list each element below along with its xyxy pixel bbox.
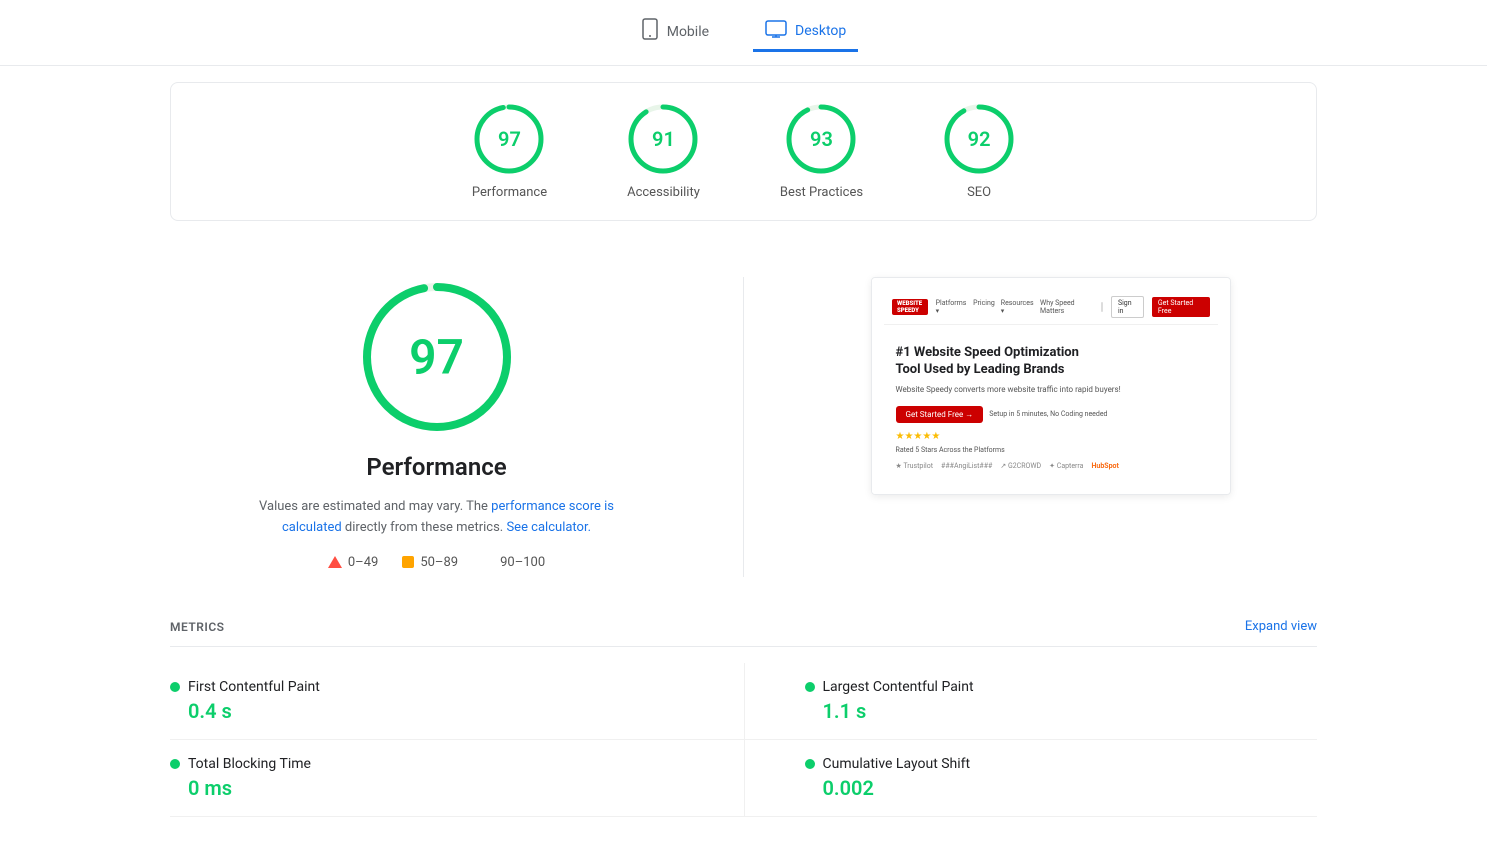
big-score-title: Performance: [366, 453, 506, 481]
screenshot-setup-text: Setup in 5 minutes, No Coding needed: [989, 410, 1107, 418]
score-label-best-practices: Best Practices: [780, 185, 863, 200]
score-number-accessibility: 91: [652, 127, 675, 151]
device-toggle-bar: Mobile Desktop: [0, 0, 1487, 66]
screenshot-search: [1101, 302, 1103, 312]
legend-item-red: 0–49: [328, 555, 378, 570]
screenshot-get-started: Get Started Free: [1152, 297, 1210, 317]
score-number-seo: 92: [968, 127, 991, 151]
mobile-tab-label: Mobile: [667, 24, 709, 40]
score-label-performance: Performance: [472, 185, 547, 200]
score-circle-best-practices: 93: [785, 103, 857, 175]
screenshot-logos: ★ Trustpilot ###AngiList### ↗ G2CROWD ✦ …: [896, 462, 1206, 470]
score-desc-text2: directly from these metrics.: [345, 520, 507, 535]
metric-cls-label-row: Cumulative Layout Shift: [805, 756, 1318, 772]
metric-value-lcp: 1.1 s: [805, 699, 1318, 723]
circle-icon: [482, 556, 494, 568]
score-circle-performance: 97: [473, 103, 545, 175]
screenshot-logo: WEBSITESPEEDY: [892, 299, 928, 315]
score-cards-container: 97 Performance 91 Accessibility: [170, 82, 1317, 221]
screenshot-button-row: Get Started Free → Setup in 5 minutes, N…: [896, 406, 1206, 423]
big-score-number: 97: [409, 329, 464, 386]
main-content: 97 Performance Values are estimated and …: [0, 237, 1487, 607]
left-panel: 97 Performance Values are estimated and …: [170, 277, 703, 570]
screenshot-headline: #1 Website Speed OptimizationTool Used b…: [896, 345, 1206, 379]
metrics-title: METRICS: [170, 620, 225, 634]
metric-fcp-label-row: First Contentful Paint: [170, 679, 684, 695]
score-circle-seo: 92: [943, 103, 1015, 175]
metric-label-tbt: Total Blocking Time: [188, 756, 311, 772]
screenshot-hero: #1 Website Speed OptimizationTool Used b…: [884, 325, 1218, 482]
screenshot-cta-btn: Get Started Free →: [896, 406, 984, 423]
square-icon: [402, 556, 414, 568]
screenshot-nav: WEBSITESPEEDY Platforms ▾ Pricing Resour…: [884, 290, 1218, 325]
score-label-seo: SEO: [967, 185, 991, 200]
legend-label-orange: 50–89: [420, 555, 458, 570]
metrics-section: METRICS Expand view First Contentful Pai…: [0, 607, 1487, 847]
big-score-circle: 97: [357, 277, 517, 437]
score-card-best-practices: 93 Best Practices: [780, 103, 863, 200]
metrics-header: METRICS Expand view: [170, 607, 1317, 647]
legend-row: 0–49 50–89 90–100: [328, 555, 545, 570]
screenshot-signin: Sign in: [1111, 296, 1144, 318]
metric-value-tbt: 0 ms: [170, 776, 684, 800]
desktop-icon: [765, 20, 787, 43]
score-card-accessibility: 91 Accessibility: [627, 103, 700, 200]
score-label-accessibility: Accessibility: [627, 185, 700, 200]
metric-label-cls: Cumulative Layout Shift: [823, 756, 971, 772]
screenshot-stars-label: Rated 5 Stars Across the Platforms: [896, 446, 1206, 454]
legend-label-red: 0–49: [348, 555, 378, 570]
legend-item-green: 90–100: [482, 555, 545, 570]
desktop-tab-label: Desktop: [795, 23, 846, 39]
metric-item-lcp: Largest Contentful Paint 1.1 s: [744, 663, 1318, 740]
metrics-grid: First Contentful Paint 0.4 s Largest Con…: [170, 663, 1317, 817]
screenshot-sub: Website Speedy converts more website tra…: [896, 385, 1206, 394]
score-row: 97 Performance 91 Accessibility: [171, 103, 1316, 200]
see-calculator-link[interactable]: See calculator.: [506, 520, 591, 535]
legend-item-orange: 50–89: [402, 555, 458, 570]
tab-desktop[interactable]: Desktop: [753, 14, 858, 52]
score-desc-text: Values are estimated and may vary. The: [259, 499, 491, 514]
website-screenshot: WEBSITESPEEDY Platforms ▾ Pricing Resour…: [871, 277, 1231, 495]
metric-item-cls: Cumulative Layout Shift 0.002: [744, 740, 1318, 817]
metric-label-fcp: First Contentful Paint: [188, 679, 320, 695]
metric-value-cls: 0.002: [805, 776, 1318, 800]
score-number-performance: 97: [498, 127, 521, 151]
metric-value-fcp: 0.4 s: [170, 699, 684, 723]
metric-item-fcp: First Contentful Paint 0.4 s: [170, 663, 744, 740]
right-panel: WEBSITESPEEDY Platforms ▾ Pricing Resour…: [784, 277, 1317, 495]
expand-view-button[interactable]: Expand view: [1245, 619, 1317, 634]
score-circle-accessibility: 91: [627, 103, 699, 175]
metric-dot-fcp: [170, 682, 180, 692]
triangle-icon: [328, 556, 342, 568]
panel-divider: [743, 277, 744, 577]
score-description: Values are estimated and may vary. The p…: [237, 497, 637, 539]
metric-tbt-label-row: Total Blocking Time: [170, 756, 684, 772]
score-number-best-practices: 93: [810, 127, 833, 151]
mobile-icon: [641, 18, 659, 45]
metric-lcp-label-row: Largest Contentful Paint: [805, 679, 1318, 695]
metric-item-tbt: Total Blocking Time 0 ms: [170, 740, 744, 817]
score-card-seo: 92 SEO: [943, 103, 1015, 200]
metric-dot-tbt: [170, 759, 180, 769]
score-card-performance: 97 Performance: [472, 103, 547, 200]
screenshot-nav-links: Platforms ▾ Pricing Resources ▾ Why Spee…: [936, 299, 1093, 315]
tab-mobile[interactable]: Mobile: [629, 12, 721, 53]
screenshot-stars: ★★★★★: [896, 431, 1206, 442]
metric-dot-lcp: [805, 682, 815, 692]
metric-dot-cls: [805, 759, 815, 769]
legend-label-green: 90–100: [500, 555, 545, 570]
metric-label-lcp: Largest Contentful Paint: [823, 679, 974, 695]
